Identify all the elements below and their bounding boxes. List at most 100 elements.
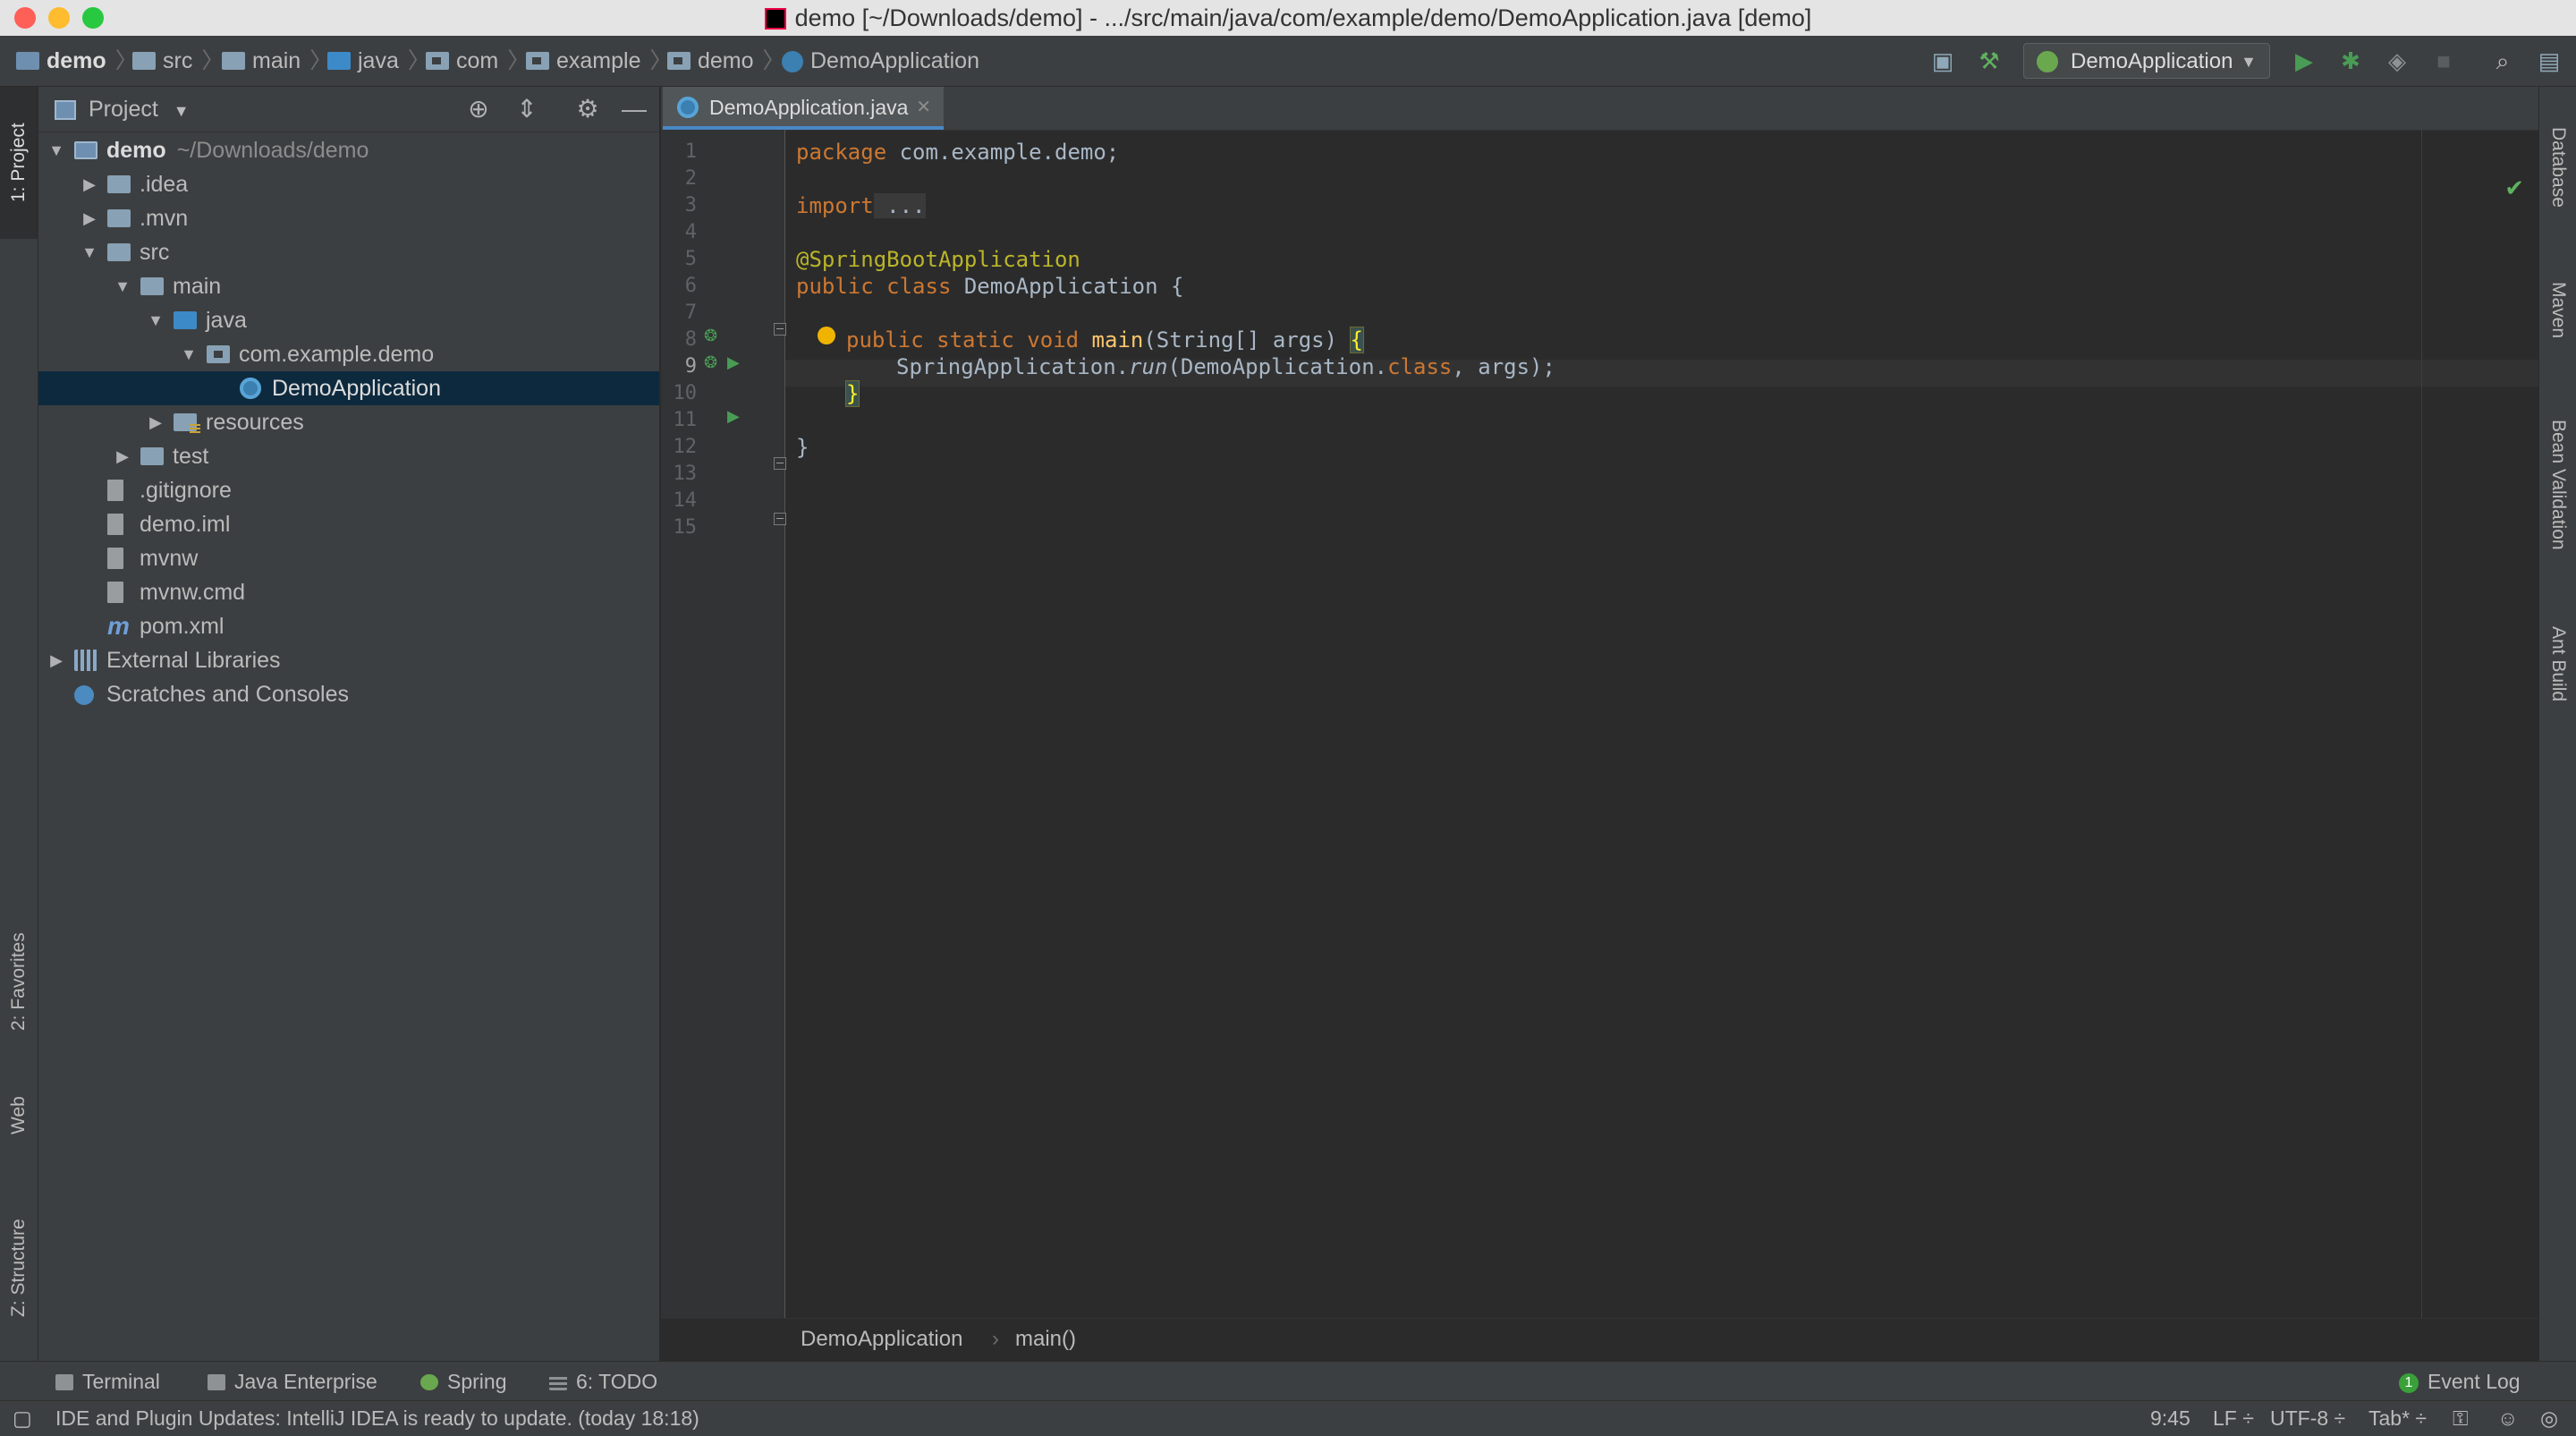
coverage-icon[interactable]: ◈ bbox=[2383, 47, 2411, 75]
line-number: 15 bbox=[673, 516, 698, 539]
tree-item[interactable]: ▶ resources bbox=[38, 405, 659, 439]
tree-item[interactable]: ▶ test bbox=[38, 439, 659, 473]
encoding-select[interactable]: UTF-8 ÷ bbox=[2270, 1401, 2345, 1436]
tree-item[interactable]: m pom.xml bbox=[38, 609, 659, 643]
expanded-arrow-icon[interactable]: ▼ bbox=[114, 269, 131, 303]
expanded-arrow-icon[interactable]: ▼ bbox=[147, 303, 165, 337]
tree-item[interactable]: DemoApplication bbox=[38, 371, 659, 405]
expanded-arrow-icon[interactable]: ▼ bbox=[80, 235, 98, 269]
breadcrumb-example[interactable]: example 〉 bbox=[526, 36, 673, 86]
breadcrumb-demo-package[interactable]: demo 〉 bbox=[667, 36, 785, 86]
locate-file-icon[interactable]: ⊕ bbox=[464, 95, 493, 123]
tree-item[interactable]: ▶ .mvn bbox=[38, 201, 659, 235]
breadcrumb-com[interactable]: com 〉 bbox=[426, 36, 530, 86]
package-icon bbox=[667, 52, 691, 70]
tree-item[interactable]: mvnw.cmd bbox=[38, 575, 659, 609]
tree-item[interactable]: Scratches and Consoles bbox=[38, 677, 659, 711]
breadcrumb-demo[interactable]: demo 〉 bbox=[16, 36, 138, 86]
tree-item-path: ~/Downloads/demo bbox=[176, 138, 369, 163]
run-icon[interactable]: ▶ bbox=[2290, 47, 2318, 75]
tab-demoapplication-java[interactable]: DemoApplication.java ✕ bbox=[663, 87, 944, 130]
right-margin-guide bbox=[2421, 130, 2422, 1318]
fold-icon[interactable] bbox=[774, 513, 786, 525]
stop-icon[interactable]: ■ bbox=[2429, 47, 2458, 75]
tree-item-label: src bbox=[140, 235, 169, 269]
bean-icon[interactable]: ❂ bbox=[704, 327, 717, 345]
todo-list-icon bbox=[549, 1374, 567, 1390]
search-icon[interactable]: ⌕ bbox=[2488, 47, 2517, 75]
caret-position[interactable]: 9:45 bbox=[2150, 1401, 2190, 1436]
breadcrumb-java[interactable]: java 〉 bbox=[327, 36, 430, 86]
indent-select[interactable]: Tab* ÷ bbox=[2368, 1401, 2427, 1436]
project-view-selector[interactable]: Project ▼ bbox=[55, 87, 190, 132]
status-message[interactable]: IDE and Plugin Updates: IntelliJ IDEA is… bbox=[55, 1401, 699, 1436]
project-structure-icon[interactable]: ▤ bbox=[2535, 47, 2563, 75]
tree-item[interactable]: .gitignore bbox=[38, 473, 659, 507]
spring-class-icon bbox=[677, 97, 699, 118]
tab-bean-validation[interactable]: Bean Validation bbox=[2539, 391, 2576, 579]
scratches-icon bbox=[74, 685, 94, 705]
expanded-arrow-icon[interactable]: ▼ bbox=[180, 337, 198, 371]
tree-item[interactable]: ▼ demo ~/Downloads/demo bbox=[38, 133, 659, 167]
collapsed-arrow-icon[interactable]: ▶ bbox=[114, 439, 131, 473]
code-area[interactable]: package com.example.demo; import ... @Sp… bbox=[785, 130, 2538, 1318]
bean-icon[interactable]: ❂ bbox=[704, 353, 717, 372]
todo-tool-button[interactable]: 6: TODO bbox=[549, 1362, 657, 1401]
java-enterprise-tool-button[interactable]: Java Enterprise bbox=[208, 1362, 377, 1401]
tree-item[interactable]: ▼ com.example.demo bbox=[38, 337, 659, 371]
event-log-tool-button[interactable]: 1 Event Log bbox=[2399, 1362, 2521, 1401]
tab-structure[interactable]: Z: Structure bbox=[0, 1196, 38, 1339]
collapsed-arrow-icon[interactable]: ▶ bbox=[80, 167, 98, 201]
project-panel: Project ▼ ⊕ ⇕ ⚙ — ▼ demo ~/Downloads/demo ▶… bbox=[38, 87, 661, 1361]
tree-item[interactable]: ▶ External Libraries bbox=[38, 643, 659, 677]
tree-item-label: demo ~/Downloads/demo bbox=[106, 133, 369, 167]
lock-icon[interactable]: ⚿ bbox=[2453, 1401, 2469, 1436]
inspection-ok-icon[interactable]: ✔ bbox=[2504, 174, 2524, 202]
run-configuration-select[interactable]: DemoApplication ▼ bbox=[2023, 43, 2270, 79]
collapse-all-icon[interactable]: ⇕ bbox=[513, 95, 541, 123]
expanded-arrow-icon[interactable]: ▼ bbox=[47, 133, 65, 167]
notifications-icon[interactable]: ◎ bbox=[2540, 1401, 2558, 1436]
collapsed-arrow-icon[interactable]: ▶ bbox=[47, 643, 65, 677]
breadcrumb-main[interactable]: main 〉 bbox=[222, 36, 332, 86]
gear-icon[interactable]: ⚙ bbox=[573, 95, 602, 123]
tree-item[interactable]: ▼ src bbox=[38, 235, 659, 269]
tree-item[interactable]: demo.iml bbox=[38, 507, 659, 541]
fold-icon[interactable] bbox=[774, 457, 786, 470]
breadcrumb-demoapplication[interactable]: DemoApplication bbox=[782, 36, 979, 86]
breadcrumb-method[interactable]: main() bbox=[1015, 1319, 1076, 1360]
tab-favorites[interactable]: 2: Favorites bbox=[0, 910, 38, 1053]
toggle-tool-windows-icon[interactable]: ▢ bbox=[13, 1401, 32, 1436]
tab-ant-build[interactable]: Ant Build bbox=[2539, 597, 2576, 731]
hide-panel-icon[interactable]: — bbox=[620, 95, 648, 123]
lightbulb-icon[interactable] bbox=[818, 327, 835, 344]
breadcrumb-class[interactable]: DemoApplication bbox=[801, 1319, 962, 1360]
tree-item[interactable]: ▶ .idea bbox=[38, 167, 659, 201]
inspector-icon[interactable]: ☺ bbox=[2497, 1401, 2518, 1436]
tree-item[interactable]: ▼ main bbox=[38, 269, 659, 303]
breadcrumb-src[interactable]: src 〉 bbox=[132, 36, 224, 86]
terminal-toolbar-icon[interactable]: ▣ bbox=[1928, 47, 1957, 75]
run-gutter-icon[interactable]: ▶ bbox=[727, 353, 740, 372]
tab-database[interactable]: Database bbox=[2539, 105, 2576, 230]
spring-tool-button[interactable]: Spring bbox=[420, 1362, 506, 1401]
run-gutter-icon[interactable]: ▶ bbox=[727, 407, 740, 426]
fold-icon[interactable] bbox=[774, 323, 786, 336]
line-separator-select[interactable]: LF ÷ bbox=[2213, 1401, 2254, 1436]
collapsed-arrow-icon[interactable]: ▶ bbox=[147, 405, 165, 439]
file-icon bbox=[107, 514, 123, 535]
resources-folder-icon bbox=[174, 413, 200, 433]
tab-project[interactable]: 1: Project bbox=[0, 87, 38, 239]
collapsed-arrow-icon[interactable]: ▶ bbox=[80, 201, 98, 235]
line-number: 5 bbox=[684, 248, 697, 270]
tree-item[interactable]: ▼ java bbox=[38, 303, 659, 337]
build-hammer-icon[interactable]: ⚒ bbox=[1975, 47, 2004, 75]
tree-item[interactable]: mvnw bbox=[38, 541, 659, 575]
tree-item-label: External Libraries bbox=[106, 643, 281, 677]
close-icon[interactable]: ✕ bbox=[916, 87, 931, 128]
debug-icon[interactable]: ✱ bbox=[2336, 47, 2365, 75]
code-line-13: } bbox=[796, 435, 809, 460]
terminal-tool-button[interactable]: Terminal bbox=[55, 1362, 160, 1401]
tab-maven[interactable]: Maven bbox=[2539, 257, 2576, 364]
tab-web[interactable]: Web bbox=[0, 1080, 38, 1151]
